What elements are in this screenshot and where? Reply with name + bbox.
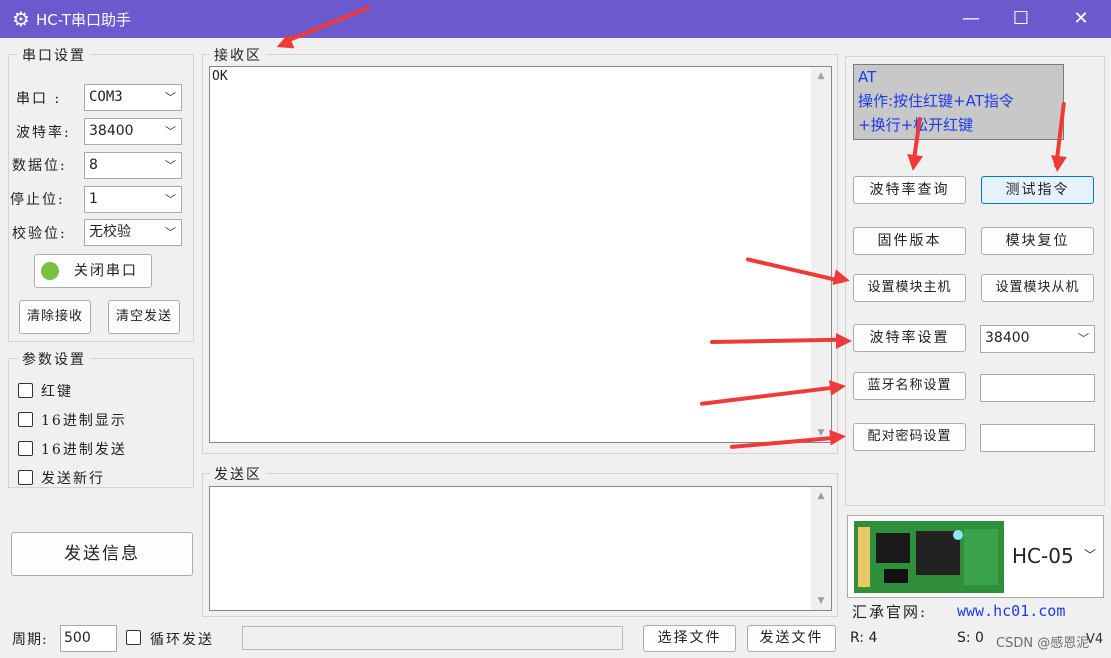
send-newline-checkbox[interactable]: [18, 470, 33, 485]
bt-name-input[interactable]: [980, 374, 1095, 402]
close-port-button[interactable]: 关闭串口: [34, 254, 152, 288]
port-value: COM3: [89, 89, 123, 105]
info-line: +换行+松开红键: [858, 116, 974, 134]
parity-value: 无校验: [89, 224, 131, 240]
scroll-up-icon[interactable]: ▲: [811, 71, 831, 81]
chevron-down-icon: ﹀: [165, 193, 176, 206]
receive-count: R: 4: [850, 630, 878, 646]
send-count: S: 0: [957, 630, 984, 646]
firmware-version-button[interactable]: 固件版本: [853, 227, 966, 255]
baud-query-button[interactable]: 波特率查询: [853, 176, 966, 204]
chevron-down-icon: ﹀: [165, 125, 176, 138]
baud-select[interactable]: 38400 ﹀: [84, 118, 182, 145]
site-link[interactable]: www.hc01.com: [957, 602, 1065, 620]
clear-send-button[interactable]: 清空发送: [108, 300, 180, 334]
loop-send-checkbox[interactable]: [126, 630, 141, 645]
period-input[interactable]: 500: [60, 625, 117, 652]
stop-bits-value: 1: [89, 191, 98, 207]
send-textarea[interactable]: ▲ ▼: [209, 486, 832, 611]
hex-display-label: 16进制显示: [41, 413, 127, 429]
baud-label: 波特率:: [16, 125, 71, 141]
gear-icon: ⚙: [12, 7, 30, 31]
hex-send-label: 16进制发送: [41, 442, 127, 458]
info-line: 操作:按住红键+AT指令: [858, 92, 1014, 110]
loop-send-label: 循环发送: [150, 632, 214, 648]
serial-settings-label: 串口设置: [18, 45, 90, 65]
port-select[interactable]: COM3 ﹀: [84, 84, 182, 111]
site-label: 汇承官网:: [852, 603, 928, 621]
baud-set-button[interactable]: 波特率设置: [853, 324, 966, 352]
data-bits-select[interactable]: 8 ﹀: [84, 152, 182, 179]
scroll-up-icon[interactable]: ▲: [811, 491, 831, 501]
version-label: V4: [1086, 632, 1104, 647]
test-command-button[interactable]: 测试指令: [981, 176, 1094, 204]
data-bits-label: 数据位:: [12, 158, 67, 174]
bt-name-set-button[interactable]: 蓝牙名称设置: [853, 372, 966, 400]
send-scrollbar[interactable]: ▲ ▼: [811, 487, 831, 610]
module-select[interactable]: HC-05 ﹀: [847, 515, 1104, 598]
send-label: 发送区: [210, 464, 266, 484]
set-master-button[interactable]: 设置模块主机: [853, 274, 966, 302]
watermark-text: CSDN @感恩泥: [996, 636, 1090, 651]
chevron-down-icon: ﹀: [165, 226, 176, 239]
annotation-arrow: [273, 5, 374, 55]
baud-set-select[interactable]: 38400 ﹀: [980, 325, 1095, 353]
window-title: HC-T串口助手: [36, 11, 131, 29]
red-key-label: 红键: [41, 384, 73, 400]
period-label: 周期:: [12, 632, 48, 648]
module-board-icon: [854, 521, 1004, 593]
port-status-icon: [41, 262, 59, 280]
send-file-button[interactable]: 发送文件: [747, 625, 836, 652]
chevron-down-icon: ﹀: [165, 159, 176, 172]
baud-set-value: 38400: [985, 330, 1030, 346]
hex-display-checkbox[interactable]: [18, 412, 33, 427]
chevron-down-icon: ﹀: [1078, 332, 1089, 345]
data-bits-value: 8: [89, 157, 98, 173]
clear-receive-button[interactable]: 清除接收: [19, 300, 91, 334]
scroll-down-icon[interactable]: ▼: [811, 596, 831, 606]
parity-select[interactable]: 无校验 ﹀: [84, 219, 182, 246]
minimize-button[interactable]: —: [946, 0, 996, 38]
maximize-button[interactable]: ☐: [996, 0, 1046, 38]
hex-send-checkbox[interactable]: [18, 441, 33, 456]
chevron-down-icon: ﹀: [165, 91, 176, 104]
pair-password-set-button[interactable]: 配对密码设置: [853, 423, 966, 451]
receive-label: 接收区: [210, 45, 266, 65]
close-port-label: 关闭串口: [74, 263, 138, 279]
choose-file-button[interactable]: 选择文件: [643, 625, 736, 652]
send-newline-label: 发送新行: [41, 471, 105, 487]
chevron-down-icon: ﹀: [1084, 548, 1097, 562]
red-key-checkbox[interactable]: [18, 383, 33, 398]
stop-bits-select[interactable]: 1 ﹀: [84, 186, 182, 213]
module-name: HC-05: [1012, 544, 1074, 568]
receive-textarea[interactable]: OK ▲ ▼: [209, 66, 832, 443]
info-box: AT 操作:按住红键+AT指令 +换行+松开红键: [853, 64, 1064, 140]
send-info-button[interactable]: 发送信息: [11, 532, 193, 576]
file-path-field[interactable]: [242, 626, 623, 650]
module-reset-button[interactable]: 模块复位: [981, 227, 1094, 255]
set-slave-button[interactable]: 设置模块从机: [981, 274, 1094, 302]
info-line: AT: [858, 68, 877, 86]
param-settings-label: 参数设置: [18, 349, 90, 369]
stop-bits-label: 停止位:: [10, 192, 65, 208]
title-bar: ⚙ HC-T串口助手 — ☐ ✕: [0, 0, 1111, 38]
baud-value: 38400: [89, 123, 134, 139]
parity-label: 校验位:: [12, 226, 67, 242]
close-button[interactable]: ✕: [1056, 0, 1106, 38]
pair-password-input[interactable]: [980, 424, 1095, 452]
port-label: 串口 :: [16, 91, 62, 107]
receive-content: OK: [212, 69, 228, 84]
